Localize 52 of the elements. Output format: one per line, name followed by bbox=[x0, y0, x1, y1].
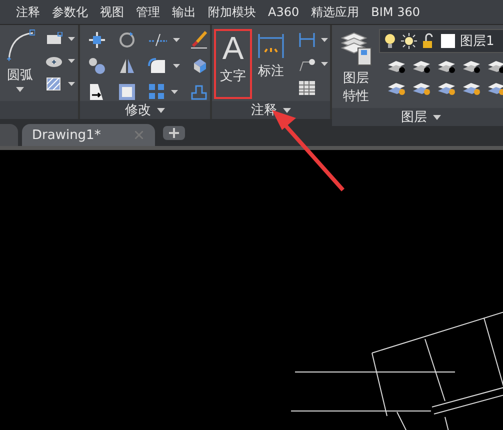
arc-label[interactable]: 圆弧 bbox=[7, 66, 33, 84]
circles-icon[interactable] bbox=[88, 57, 106, 75]
caret-icon[interactable] bbox=[68, 59, 75, 63]
caret-icon[interactable] bbox=[68, 37, 75, 41]
caret-icon[interactable] bbox=[171, 90, 178, 94]
ribbon-tab[interactable]: 附加模块 bbox=[202, 4, 262, 20]
file-tab[interactable]: Drawing1* bbox=[22, 124, 155, 146]
caret-icon[interactable] bbox=[321, 38, 328, 42]
move-icon[interactable] bbox=[88, 31, 106, 49]
plus-icon bbox=[168, 128, 179, 138]
new-tab-button[interactable] bbox=[162, 126, 185, 140]
text-icon: A bbox=[222, 33, 244, 63]
ribbon-tab[interactable]: 参数化 bbox=[46, 4, 94, 20]
ribbon-tab[interactable]: 管理 bbox=[130, 4, 166, 20]
caret-icon[interactable] bbox=[283, 108, 291, 112]
linear-dimension-icon[interactable] bbox=[298, 32, 316, 48]
panel-title[interactable]: 修改 bbox=[125, 101, 151, 119]
stretch-icon[interactable] bbox=[88, 83, 106, 101]
ribbon-tab[interactable]: 输出 bbox=[166, 4, 202, 20]
layer-dropdown[interactable]: 图层1 bbox=[379, 29, 503, 53]
caret-icon[interactable] bbox=[16, 87, 24, 92]
bulb-icon bbox=[384, 33, 396, 49]
caret-icon[interactable] bbox=[157, 108, 165, 112]
leader-icon[interactable] bbox=[298, 56, 316, 72]
dimension-icon bbox=[257, 32, 285, 58]
caret-icon[interactable] bbox=[68, 82, 75, 86]
table-icon[interactable] bbox=[298, 80, 316, 96]
caret-icon[interactable] bbox=[173, 64, 180, 68]
hatch-icon[interactable] bbox=[45, 76, 63, 92]
layer-stack-icon bbox=[340, 32, 372, 66]
rotate-icon[interactable] bbox=[118, 31, 136, 49]
layer-properties-button[interactable]: 图层特性 bbox=[335, 29, 377, 108]
ribbon-tab[interactable]: 注释 bbox=[10, 4, 46, 20]
color-swatch-icon bbox=[441, 34, 455, 48]
ellipse-icon[interactable] bbox=[45, 54, 63, 68]
text-button[interactable]: A 文字 bbox=[214, 29, 252, 99]
file-tab-label[interactable]: Drawing1* bbox=[32, 128, 101, 142]
rectangle-icon[interactable] bbox=[45, 32, 63, 46]
caret-icon[interactable] bbox=[321, 62, 328, 66]
fillet-icon[interactable] bbox=[148, 58, 168, 74]
panel-title[interactable]: 图层 bbox=[401, 108, 427, 126]
arc-icon[interactable] bbox=[5, 29, 35, 63]
mirror-icon[interactable] bbox=[118, 57, 136, 75]
brush-icon[interactable] bbox=[190, 31, 208, 49]
ribbon-tab[interactable]: BIM 360 bbox=[365, 5, 426, 19]
caret-icon[interactable] bbox=[173, 38, 180, 42]
array-icon[interactable] bbox=[148, 83, 166, 101]
dimension-button[interactable]: 标注 bbox=[252, 29, 290, 101]
sun-icon bbox=[401, 33, 417, 49]
ribbon-tab[interactable]: 精选应用 bbox=[305, 4, 366, 20]
ribbon-tab[interactable]: A360 bbox=[262, 5, 306, 19]
ribbon-tab[interactable]: 视图 bbox=[94, 4, 130, 20]
